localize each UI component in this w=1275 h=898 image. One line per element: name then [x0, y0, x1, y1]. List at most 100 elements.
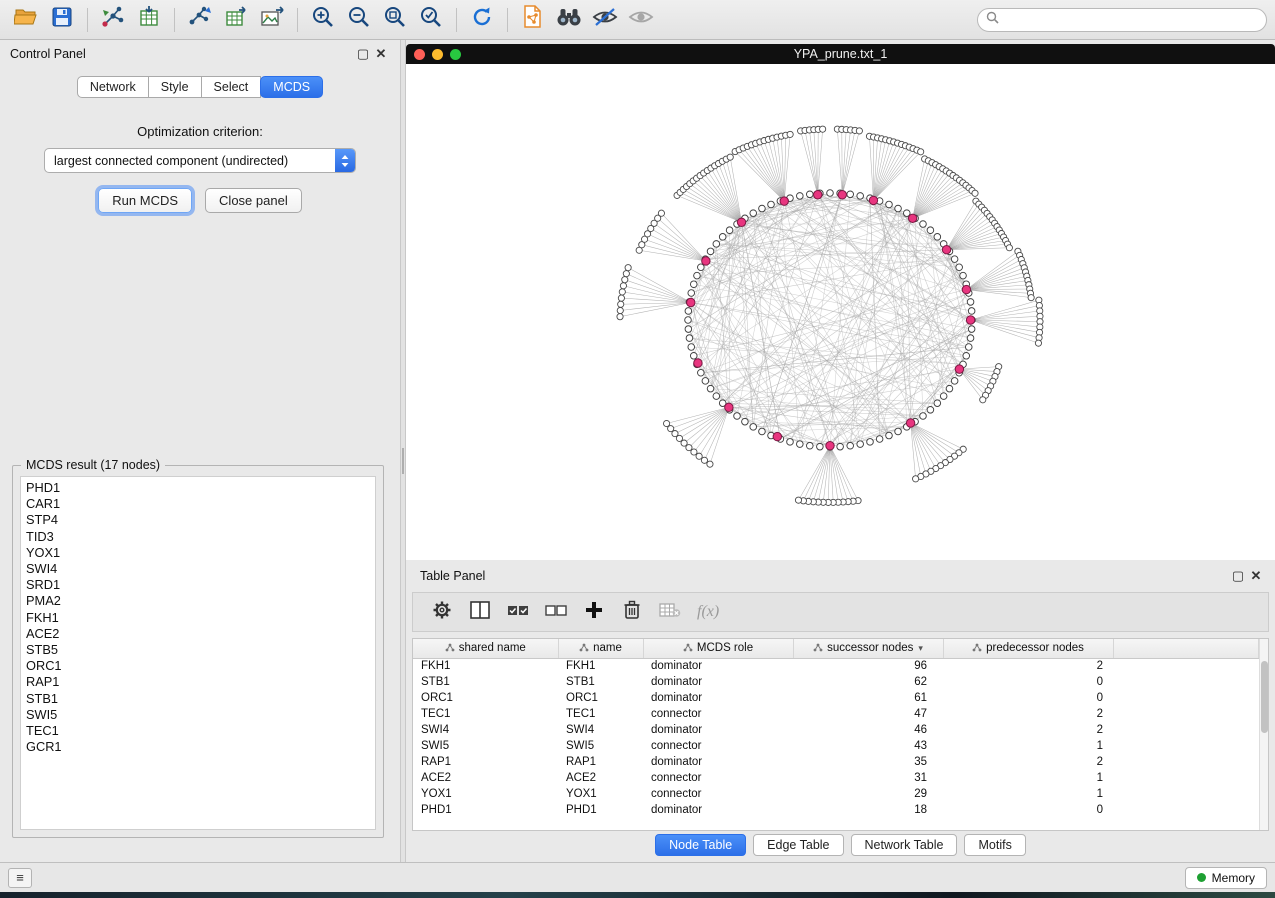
cell-name[interactable]: ORC1	[558, 690, 643, 706]
tab-network[interactable]: Network	[77, 76, 149, 98]
cell-shared-name[interactable]: TEC1	[413, 706, 558, 722]
cell-filler[interactable]	[1113, 706, 1259, 722]
cell-predecessor-nodes[interactable]: 1	[943, 738, 1113, 754]
zoom-in-button[interactable]	[305, 5, 341, 35]
table-scrollbar[interactable]	[1259, 639, 1268, 830]
column-header-successor-nodes[interactable]: successor nodes▾	[793, 639, 943, 658]
table-row[interactable]: ORC1ORC1dominator610	[413, 690, 1259, 706]
cell-mcds-role[interactable]: dominator	[643, 674, 793, 690]
table-row[interactable]: STB1STB1dominator620	[413, 674, 1259, 690]
show-all-button[interactable]	[623, 5, 659, 35]
cell-filler[interactable]	[1113, 770, 1259, 786]
mcds-result-item[interactable]: PHD1	[26, 480, 370, 496]
cell-filler[interactable]	[1113, 674, 1259, 690]
cell-filler[interactable]	[1113, 658, 1259, 674]
cell-mcds-role[interactable]: dominator	[643, 658, 793, 674]
cell-successor-nodes[interactable]: 43	[793, 738, 943, 754]
import-table-button[interactable]	[131, 5, 167, 35]
show-column-button[interactable]	[465, 598, 495, 626]
cell-name[interactable]: RAP1	[558, 754, 643, 770]
cell-name[interactable]: SWI5	[558, 738, 643, 754]
cell-predecessor-nodes[interactable]: 0	[943, 690, 1113, 706]
delete-table-button[interactable]	[655, 598, 685, 626]
float-window-icon[interactable]: ▢	[354, 45, 372, 63]
tab-node-table[interactable]: Node Table	[655, 834, 746, 856]
mcds-result-item[interactable]: TEC1	[26, 723, 370, 739]
tab-network-table[interactable]: Network Table	[851, 834, 958, 856]
task-history-button[interactable]: ≡	[8, 868, 32, 888]
cell-successor-nodes[interactable]: 35	[793, 754, 943, 770]
network-canvas[interactable]	[406, 64, 1275, 560]
zoom-fit-button[interactable]	[377, 5, 413, 35]
tab-motifs[interactable]: Motifs	[964, 834, 1025, 856]
cell-shared-name[interactable]: RAP1	[413, 754, 558, 770]
column-header-predecessor-nodes[interactable]: predecessor nodes	[943, 639, 1113, 658]
cell-name[interactable]: YOX1	[558, 786, 643, 802]
cell-successor-nodes[interactable]: 46	[793, 722, 943, 738]
cell-filler[interactable]	[1113, 802, 1259, 818]
column-header-shared-name[interactable]: shared name	[413, 639, 558, 658]
column-header-mcds-role[interactable]: MCDS role	[643, 639, 793, 658]
mcds-result-item[interactable]: PMA2	[26, 593, 370, 609]
table-row[interactable]: RAP1RAP1dominator352	[413, 754, 1259, 770]
cell-successor-nodes[interactable]: 18	[793, 802, 943, 818]
cell-name[interactable]: PHD1	[558, 802, 643, 818]
table-scrollbar-thumb[interactable]	[1261, 661, 1268, 733]
export-image-button[interactable]	[254, 5, 290, 35]
close-panel-icon[interactable]: ✕	[372, 45, 390, 63]
cell-successor-nodes[interactable]: 62	[793, 674, 943, 690]
mcds-result-item[interactable]: FKH1	[26, 610, 370, 626]
cell-shared-name[interactable]: PHD1	[413, 802, 558, 818]
import-network-button[interactable]	[95, 5, 131, 35]
function-builder-button[interactable]: f(x)	[697, 603, 719, 621]
table-row[interactable]: SWI5SWI5connector431	[413, 738, 1259, 754]
table-row[interactable]: PHD1PHD1dominator180	[413, 802, 1259, 818]
cell-predecessor-nodes[interactable]: 2	[943, 754, 1113, 770]
cell-filler[interactable]	[1113, 754, 1259, 770]
table-row[interactable]: FKH1FKH1dominator962	[413, 658, 1259, 674]
cell-shared-name[interactable]: FKH1	[413, 658, 558, 674]
unselect-all-columns-button[interactable]	[541, 598, 571, 626]
cell-name[interactable]: TEC1	[558, 706, 643, 722]
mcds-result-item[interactable]: ACE2	[26, 626, 370, 642]
table-row[interactable]: SWI4SWI4dominator462	[413, 722, 1259, 738]
column-header-name[interactable]: name	[558, 639, 643, 658]
cell-shared-name[interactable]: STB1	[413, 674, 558, 690]
table-row[interactable]: ACE2ACE2connector311	[413, 770, 1259, 786]
cell-predecessor-nodes[interactable]: 2	[943, 706, 1113, 722]
cell-filler[interactable]	[1113, 722, 1259, 738]
cell-name[interactable]: STB1	[558, 674, 643, 690]
close-table-panel-icon[interactable]: ✕	[1247, 567, 1265, 585]
create-column-button[interactable]	[579, 598, 609, 626]
save-session-button[interactable]	[44, 5, 80, 35]
cell-predecessor-nodes[interactable]: 1	[943, 786, 1113, 802]
table-settings-button[interactable]	[427, 598, 457, 626]
select-all-columns-button[interactable]	[503, 598, 533, 626]
splitter-grip[interactable]	[402, 448, 404, 474]
cell-predecessor-nodes[interactable]: 1	[943, 770, 1113, 786]
hide-selected-button[interactable]	[587, 5, 623, 35]
search-input[interactable]	[1004, 13, 1258, 27]
cell-successor-nodes[interactable]: 96	[793, 658, 943, 674]
zoom-selected-button[interactable]	[413, 5, 449, 35]
cell-successor-nodes[interactable]: 47	[793, 706, 943, 722]
tab-select[interactable]: Select	[201, 76, 262, 98]
close-mcds-panel-button[interactable]: Close panel	[205, 188, 302, 213]
mcds-result-item[interactable]: SRD1	[26, 577, 370, 593]
tab-edge-table[interactable]: Edge Table	[753, 834, 843, 856]
cell-filler[interactable]	[1113, 738, 1259, 754]
tab-mcds[interactable]: MCDS	[260, 76, 323, 98]
run-mcds-button[interactable]: Run MCDS	[98, 188, 192, 213]
cell-successor-nodes[interactable]: 61	[793, 690, 943, 706]
mcds-result-item[interactable]: RAP1	[26, 674, 370, 690]
find-button[interactable]	[551, 5, 587, 35]
cell-mcds-role[interactable]: connector	[643, 738, 793, 754]
cell-predecessor-nodes[interactable]: 2	[943, 722, 1113, 738]
zoom-out-button[interactable]	[341, 5, 377, 35]
cell-predecessor-nodes[interactable]: 2	[943, 658, 1113, 674]
mcds-result-item[interactable]: ORC1	[26, 658, 370, 674]
tab-style[interactable]: Style	[148, 76, 202, 98]
mcds-result-item[interactable]: YOX1	[26, 545, 370, 561]
criterion-dropdown[interactable]: largest connected component (undirected)	[44, 148, 356, 173]
mcds-result-item[interactable]: GCR1	[26, 739, 370, 755]
